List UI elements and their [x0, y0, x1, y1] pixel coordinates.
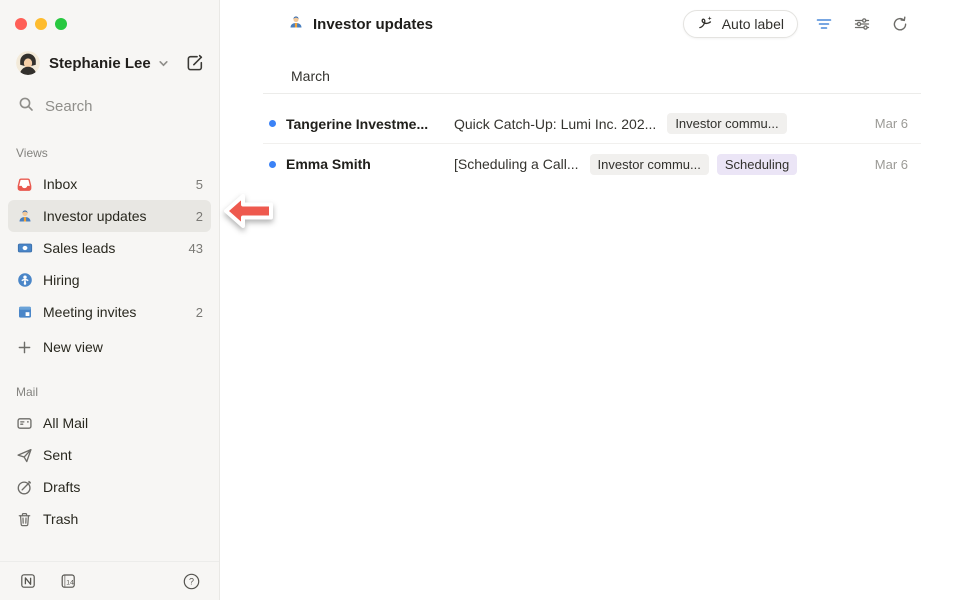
sidebar-item-label: Hiring — [43, 272, 80, 288]
email-date: Mar 6 — [875, 116, 921, 131]
all-mail-icon — [16, 415, 33, 432]
sidebar-item-sent[interactable]: Sent — [8, 439, 211, 471]
sidebar-item-label: Trash — [43, 511, 78, 527]
sidebar-item-label: Drafts — [43, 479, 80, 495]
user-name: Stephanie Lee — [49, 55, 151, 72]
sidebar-item-label: Inbox — [43, 176, 77, 192]
new-view-label: New view — [43, 339, 103, 355]
avatar — [16, 51, 40, 75]
close-window-button[interactable] — [15, 18, 27, 30]
email-date: Mar 6 — [875, 157, 921, 172]
filter-button[interactable] — [812, 12, 836, 36]
email-list: March Tangerine Investme... Quick Catch-… — [263, 48, 921, 184]
email-row[interactable]: Tangerine Investme... Quick Catch-Up: Lu… — [263, 104, 921, 144]
sidebar: Stephanie Lee Search Views Inbox 5 — [0, 0, 220, 600]
hiring-icon — [16, 272, 33, 289]
investor-updates-icon — [288, 14, 304, 35]
sidebar-item-trash[interactable]: Trash — [8, 503, 211, 535]
plus-icon — [16, 339, 33, 356]
unread-count: 5 — [196, 177, 203, 192]
zoom-window-button[interactable] — [55, 18, 67, 30]
unread-dot — [269, 120, 276, 127]
sidebar-item-label: Sales leads — [43, 240, 115, 256]
unread-count: 2 — [196, 305, 203, 320]
sidebar-item-inbox[interactable]: Inbox 5 — [8, 168, 211, 200]
search-icon — [18, 96, 34, 116]
display-settings-button[interactable] — [850, 12, 874, 36]
main-panel: Investor updates Auto label — [221, 0, 960, 600]
notion-app-icon[interactable] — [16, 569, 40, 593]
meeting-invites-icon — [16, 304, 33, 321]
email-subject: Quick Catch-Up: Lumi Inc. 202... — [454, 116, 656, 132]
svg-text:?: ? — [188, 576, 193, 586]
label-badge[interactable]: Investor commu... — [590, 154, 709, 175]
mail-section-label: Mail — [16, 385, 219, 399]
auto-label-button[interactable]: Auto label — [683, 10, 798, 38]
unread-count: 2 — [196, 209, 203, 224]
sidebar-item-meeting-invites[interactable]: Meeting invites 2 — [8, 296, 211, 328]
minimize-window-button[interactable] — [35, 18, 47, 30]
drafts-icon — [16, 479, 33, 496]
search-button[interactable]: Search — [18, 96, 203, 116]
unread-count: 43 — [189, 241, 203, 256]
view-header: Investor updates Auto label — [221, 0, 960, 48]
search-label: Search — [45, 98, 93, 115]
sidebar-item-label: Investor updates — [43, 208, 147, 224]
sidebar-item-sales-leads[interactable]: Sales leads 43 — [8, 232, 211, 264]
sidebar-item-investor-updates[interactable]: Investor updates 2 — [8, 200, 211, 232]
sidebar-item-label: Sent — [43, 447, 72, 463]
inbox-icon — [16, 176, 33, 193]
sidebar-item-label: All Mail — [43, 415, 88, 431]
email-subject: [Scheduling a Call... — [454, 156, 579, 172]
trash-icon — [16, 511, 33, 528]
sent-icon — [16, 447, 33, 464]
email-row[interactable]: Emma Smith [Scheduling a Call... Investo… — [263, 144, 921, 184]
svg-text:14: 14 — [66, 579, 74, 586]
unread-dot — [269, 161, 276, 168]
investor-updates-icon — [16, 208, 33, 225]
email-sender: Tangerine Investme... — [286, 116, 446, 132]
compose-button[interactable] — [185, 53, 205, 73]
sidebar-item-label: Meeting invites — [43, 304, 136, 320]
date-group-label: March — [263, 48, 921, 94]
auto-label-text: Auto label — [722, 16, 784, 32]
views-section-label: Views — [16, 146, 219, 160]
sidebar-item-all-mail[interactable]: All Mail — [8, 407, 211, 439]
account-switcher[interactable]: Stephanie Lee — [16, 51, 205, 75]
sidebar-item-hiring[interactable]: Hiring — [8, 264, 211, 296]
refresh-button[interactable] — [888, 12, 912, 36]
page-title: Investor updates — [313, 16, 433, 33]
sidebar-item-drafts[interactable]: Drafts — [8, 471, 211, 503]
email-sender: Emma Smith — [286, 156, 446, 172]
window-controls — [0, 0, 219, 30]
label-badge[interactable]: Investor commu... — [667, 113, 786, 134]
chevron-down-icon — [158, 58, 169, 69]
sales-leads-icon — [16, 240, 33, 257]
help-button[interactable]: ? — [179, 569, 203, 593]
notion-calendar-icon[interactable]: 14 — [56, 569, 80, 593]
sidebar-footer: 14 ? — [0, 561, 219, 600]
label-badge[interactable]: Scheduling — [717, 154, 797, 175]
new-view-button[interactable]: New view — [8, 331, 211, 363]
auto-label-icon — [697, 14, 714, 34]
